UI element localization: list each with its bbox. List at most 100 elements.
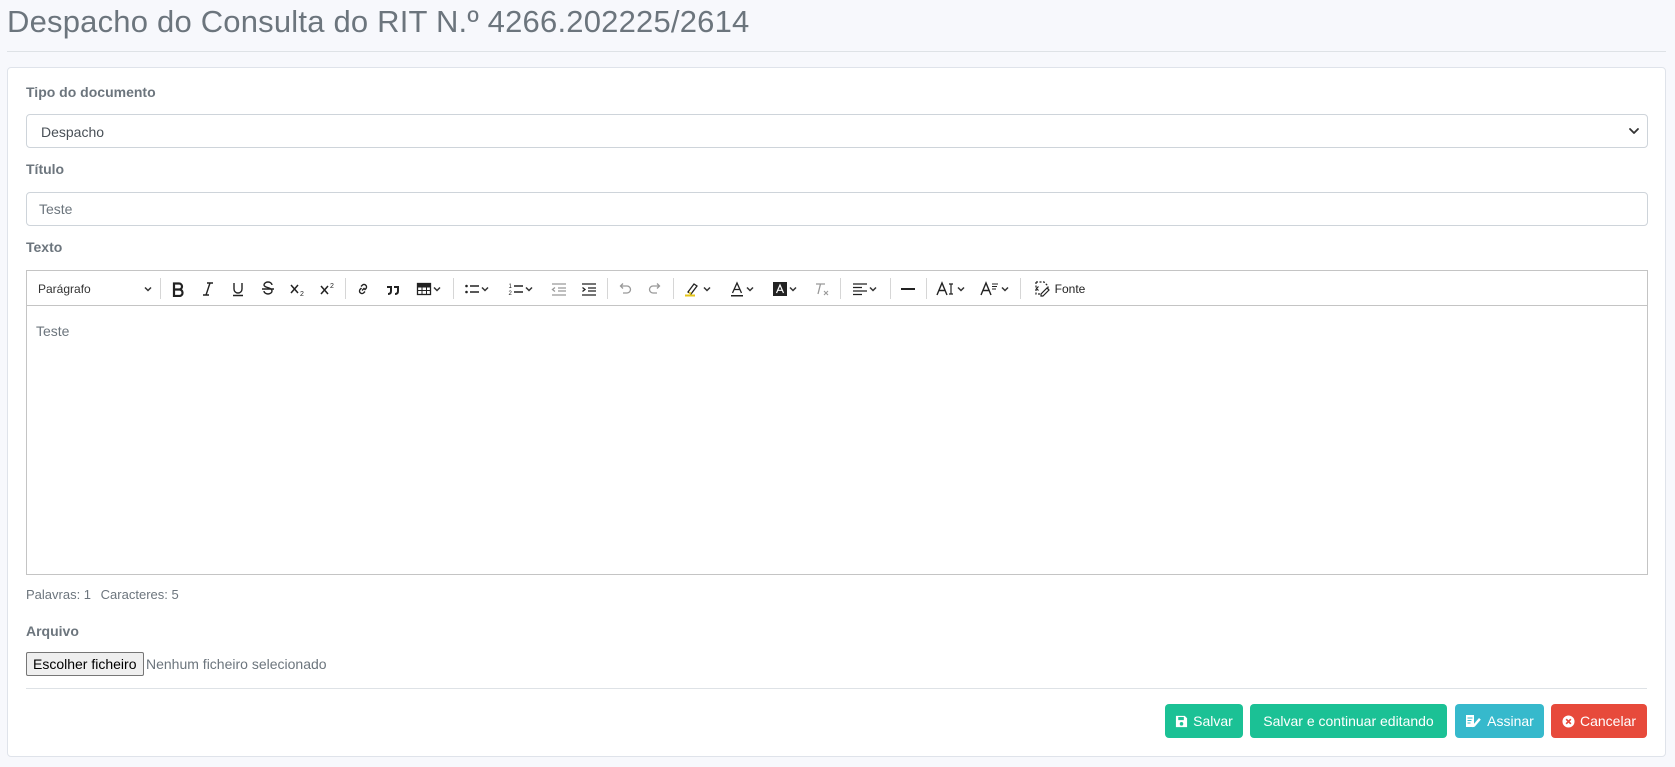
table-icon bbox=[416, 282, 432, 295]
cancel-button[interactable]: Cancelar bbox=[1551, 704, 1647, 738]
strikethrough-icon bbox=[262, 280, 274, 295]
background-color-dropdown[interactable] bbox=[767, 278, 803, 299]
svg-text:2: 2 bbox=[330, 283, 334, 290]
indent-icon bbox=[582, 282, 596, 296]
remove-format-button[interactable] bbox=[811, 278, 833, 299]
character-count: Caracteres: 5 bbox=[100, 587, 179, 602]
underline-icon bbox=[233, 282, 243, 296]
chevron-down-icon bbox=[869, 286, 877, 292]
link-icon bbox=[358, 283, 368, 294]
highlighter-icon bbox=[685, 282, 698, 296]
svg-text:2: 2 bbox=[300, 291, 304, 297]
bold-icon bbox=[172, 281, 184, 297]
outdent-button[interactable] bbox=[548, 278, 570, 299]
superscript-button[interactable]: 2 bbox=[317, 278, 339, 299]
undo-button[interactable] bbox=[614, 278, 636, 299]
outdent-icon bbox=[551, 282, 566, 296]
close-circle-icon bbox=[1562, 714, 1575, 728]
remove-format-icon bbox=[816, 282, 829, 295]
bullet-list-dropdown[interactable] bbox=[460, 278, 494, 299]
chevron-down-icon bbox=[1629, 128, 1639, 134]
font-family-dropdown[interactable] bbox=[977, 278, 1013, 299]
chevron-down-icon bbox=[746, 286, 754, 292]
font-size-dropdown[interactable] bbox=[933, 278, 969, 299]
font-size-icon bbox=[936, 280, 953, 295]
alignment-dropdown[interactable] bbox=[847, 278, 883, 299]
toolbar-separator bbox=[160, 278, 161, 299]
redo-icon bbox=[648, 282, 661, 294]
toolbar-separator bbox=[607, 278, 608, 299]
chevron-down-icon bbox=[525, 286, 533, 292]
link-button[interactable] bbox=[352, 278, 374, 299]
bullet-list-icon bbox=[465, 284, 479, 293]
chevron-down-icon bbox=[703, 286, 711, 292]
title-input[interactable] bbox=[26, 192, 1648, 226]
horizontal-line-icon bbox=[901, 287, 915, 290]
subscript-icon: 2 bbox=[290, 284, 304, 297]
toolbar-separator bbox=[1020, 278, 1021, 299]
table-dropdown[interactable] bbox=[412, 278, 446, 299]
source-code-icon bbox=[1035, 280, 1050, 297]
sign-button[interactable]: Assinar bbox=[1455, 704, 1544, 738]
font-color-icon bbox=[731, 280, 743, 296]
doc-type-value: Despacho bbox=[41, 124, 105, 140]
save-button[interactable]: Salvar bbox=[1165, 704, 1243, 738]
svg-text:1: 1 bbox=[509, 284, 513, 290]
page-title: Despacho do Consulta do RIT N.º 4266.202… bbox=[7, 4, 750, 39]
editor-toolbar: Parágrafo 2 2 1 2 Fonte bbox=[27, 271, 1647, 306]
redo-button[interactable] bbox=[644, 278, 666, 299]
underline-button[interactable] bbox=[227, 278, 249, 299]
toolbar-separator bbox=[926, 278, 927, 299]
rich-text-editor: Parágrafo 2 2 1 2 Fonte Teste bbox=[26, 270, 1648, 575]
cancel-label: Cancelar bbox=[1579, 713, 1637, 729]
blockquote-button[interactable] bbox=[382, 278, 404, 299]
word-count: Palavras: 1 bbox=[26, 587, 92, 602]
quote-icon bbox=[387, 285, 399, 295]
text-label: Texto bbox=[26, 239, 63, 255]
title-divider bbox=[7, 51, 1666, 52]
doc-type-label: Tipo do documento bbox=[26, 84, 156, 100]
bold-button[interactable] bbox=[167, 278, 189, 299]
toolbar-separator bbox=[453, 278, 454, 299]
title-label: Título bbox=[26, 161, 65, 177]
numbered-list-dropdown[interactable]: 12 bbox=[504, 278, 538, 299]
file-status: Nenhum ficheiro selecionado bbox=[146, 656, 327, 672]
chevron-down-icon bbox=[144, 286, 152, 292]
editor-word-count: Palavras: 1 Caracteres: 5 bbox=[26, 587, 185, 602]
signature-icon bbox=[1466, 715, 1481, 728]
source-button-label: Fonte bbox=[1054, 281, 1086, 296]
source-button[interactable]: Fonte bbox=[1028, 278, 1090, 299]
toolbar-separator bbox=[673, 278, 674, 299]
editor-content[interactable]: Teste bbox=[27, 307, 1647, 574]
highlight-dropdown[interactable] bbox=[680, 278, 716, 299]
chevron-down-icon bbox=[481, 286, 489, 292]
file-label: Arquivo bbox=[26, 623, 79, 639]
chevron-down-icon bbox=[433, 286, 441, 292]
align-left-icon bbox=[853, 282, 867, 295]
paragraph-style-label: Parágrafo bbox=[38, 281, 91, 296]
form-divider bbox=[26, 688, 1647, 689]
font-color-dropdown[interactable] bbox=[724, 278, 760, 299]
numbered-list-icon: 12 bbox=[509, 284, 523, 297]
chevron-down-icon bbox=[789, 286, 797, 292]
horizontal-line-button[interactable] bbox=[897, 278, 919, 299]
italic-button[interactable] bbox=[197, 278, 219, 299]
background-color-icon bbox=[773, 281, 787, 296]
font-family-icon bbox=[980, 280, 998, 295]
superscript-icon: 2 bbox=[320, 283, 334, 294]
toolbar-separator bbox=[840, 278, 841, 299]
toolbar-separator bbox=[345, 278, 346, 299]
toolbar-separator bbox=[890, 278, 891, 299]
doc-type-select[interactable]: Despacho bbox=[26, 114, 1648, 148]
paragraph-style-dropdown[interactable]: Parágrafo bbox=[38, 278, 153, 299]
svg-text:2: 2 bbox=[509, 291, 513, 297]
form-card: Tipo do documento Despacho Título Texto … bbox=[7, 67, 1666, 757]
choose-file-button[interactable]: Escolher ficheiro bbox=[26, 652, 144, 676]
subscript-button[interactable]: 2 bbox=[287, 278, 309, 299]
undo-icon bbox=[619, 282, 632, 294]
italic-icon bbox=[203, 281, 213, 296]
strikethrough-button[interactable] bbox=[257, 278, 279, 299]
save-continue-button[interactable]: Salvar e continuar editando bbox=[1250, 704, 1447, 738]
chevron-down-icon bbox=[957, 286, 965, 292]
indent-button[interactable] bbox=[578, 278, 600, 299]
